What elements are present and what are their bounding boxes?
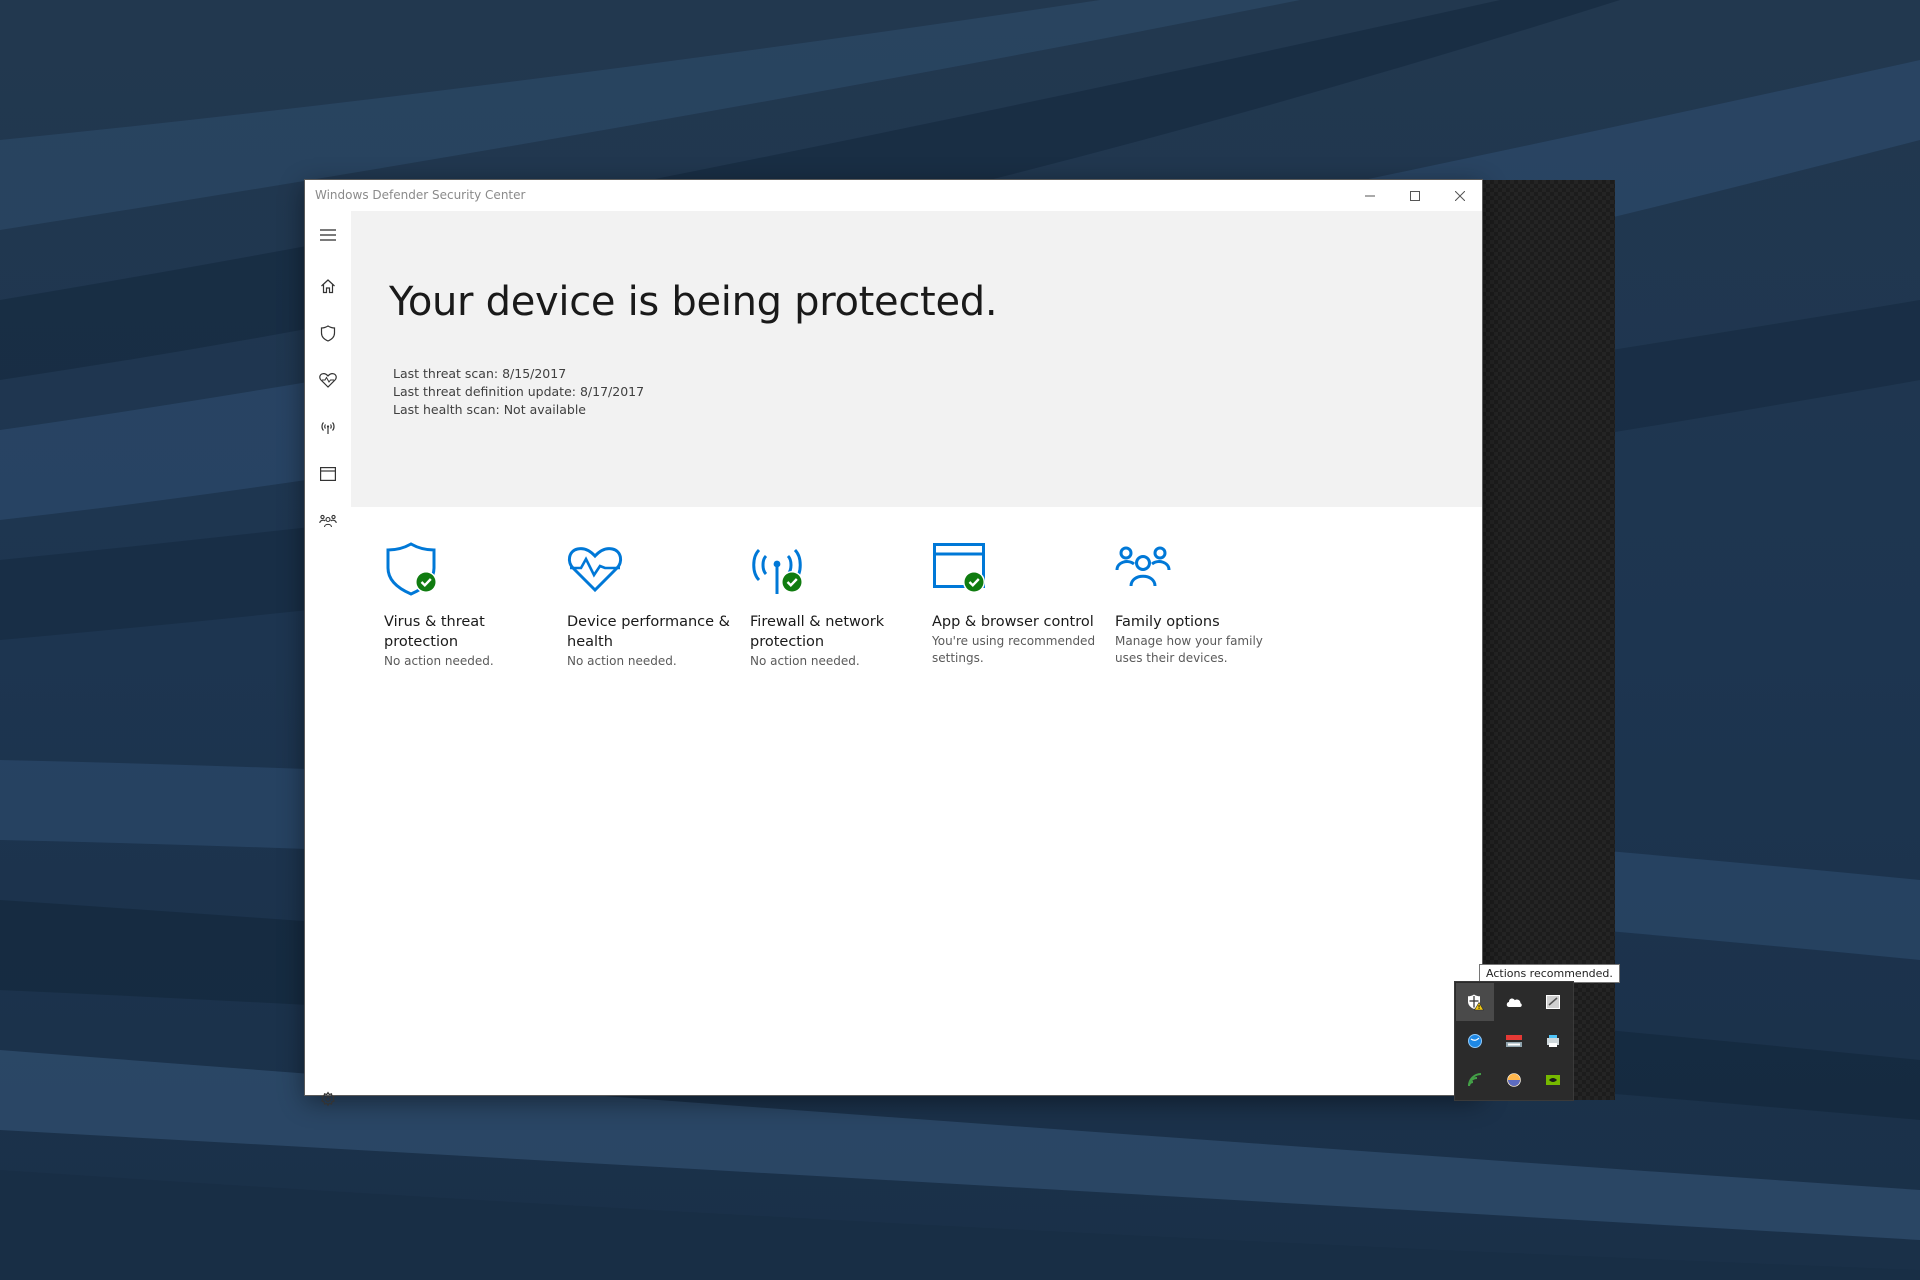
status-hero: Your device is being protected. Last thr… <box>351 211 1482 507</box>
hamburger-menu-button[interactable] <box>305 215 351 255</box>
antenna-check-icon <box>752 548 803 594</box>
system-tray-flyout <box>1455 982 1573 1100</box>
tray-tooltip: Actions recommended. <box>1479 964 1620 983</box>
network-globe-icon[interactable] <box>1456 1022 1494 1060</box>
tile-title: Device performance & health <box>567 614 730 650</box>
storage-icon[interactable] <box>1534 983 1572 1021</box>
heart-icon <box>319 373 337 388</box>
ram-meter-icon[interactable] <box>1495 1022 1533 1060</box>
last-definition-update: Last threat definition update: 8/17/2017 <box>393 384 645 399</box>
tile-title: App & browser control <box>932 614 1094 630</box>
heart-pulse-check-icon <box>567 547 623 593</box>
onedrive-icon[interactable] <box>1495 983 1533 1021</box>
close-button[interactable] <box>1437 180 1482 211</box>
hamburger-icon <box>320 229 336 241</box>
tile-title: Family options <box>1115 614 1220 630</box>
protection-status-heading: Your device is being protected. <box>389 279 998 325</box>
home-icon <box>321 279 335 294</box>
family-icon <box>319 514 337 528</box>
browser-check-icon <box>933 543 985 593</box>
close-icon <box>1454 190 1465 201</box>
defender-window: Windows Defender Security Center Your de… <box>305 180 1482 1107</box>
color-ball-icon[interactable] <box>1495 1061 1533 1099</box>
tile-title: Firewall & network protection <box>750 614 885 650</box>
sidebar <box>305 211 351 1107</box>
sidebar-item-app-browser[interactable] <box>305 454 351 494</box>
background-window <box>1482 180 1615 1100</box>
tile-subtitle: You're using recommended settings. <box>932 634 1096 665</box>
shield-icon <box>320 324 336 342</box>
minimize-icon <box>1364 195 1375 196</box>
family-icon <box>1115 546 1171 587</box>
settings-button[interactable] <box>305 1079 351 1119</box>
sidebar-item-device-health[interactable] <box>305 360 351 400</box>
signal-icon[interactable] <box>1456 1061 1494 1099</box>
sidebar-item-virus-protection[interactable] <box>305 313 351 353</box>
last-threat-scan: Last threat scan: 8/15/2017 <box>393 366 567 381</box>
antenna-icon <box>321 422 335 434</box>
defender-warning-icon[interactable] <box>1456 983 1494 1021</box>
last-health-scan: Last health scan: Not available <box>393 402 586 417</box>
shield-check-icon <box>386 542 437 596</box>
title-bar[interactable]: Windows Defender Security Center <box>305 180 1482 211</box>
tile-subtitle: No action needed. <box>750 654 860 668</box>
window-title: Windows Defender Security Center <box>315 188 526 202</box>
nvidia-icon[interactable] <box>1534 1061 1572 1099</box>
tile-title: Virus & threat protection <box>384 614 485 650</box>
minimize-button[interactable] <box>1347 180 1392 211</box>
sidebar-item-home[interactable] <box>305 266 351 306</box>
tile-subtitle: No action needed. <box>384 654 494 668</box>
sidebar-item-firewall[interactable] <box>305 407 351 447</box>
tile-subtitle: No action needed. <box>567 654 677 668</box>
scan-info: Last threat scan: 8/15/2017 Last threat … <box>393 365 644 419</box>
browser-window-icon <box>320 467 336 481</box>
sidebar-item-family[interactable] <box>305 501 351 541</box>
tile-subtitle: Manage how your family uses their device… <box>1115 634 1263 665</box>
maximize-button[interactable] <box>1392 180 1437 211</box>
gear-icon <box>321 1091 335 1107</box>
maximize-icon <box>1409 190 1420 201</box>
printer-icon[interactable] <box>1534 1022 1572 1060</box>
